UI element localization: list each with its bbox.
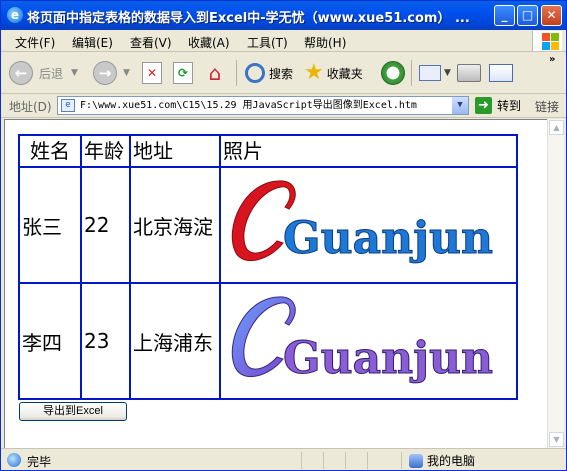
logo-text: Guanjun — [283, 213, 493, 264]
menu-bar: 文件(F) 编辑(E) 查看(V) 收藏(A) 工具(T) 帮助(H) — [1, 30, 566, 52]
browser-window: e 将页面中指定表格的数据导入到Excel中-学无忧（www.xue51.com… — [0, 0, 567, 471]
vertical-scrollbar[interactable]: ▲ ▼ — [547, 119, 564, 448]
maximize-button[interactable]: □ — [517, 5, 538, 26]
window-title: 将页面中指定表格的数据导入到Excel中-学无忧（www.xue51.com） … — [27, 11, 470, 26]
address-label: 地址(D) — [9, 100, 52, 114]
back-arrow-icon: ← — [9, 61, 33, 85]
home-button[interactable]: ⌂ — [203, 58, 227, 88]
status-separator — [401, 452, 402, 469]
stop-button[interactable]: ✕ — [142, 58, 162, 88]
cell-photo: Guanjun — [219, 166, 518, 284]
mail-button[interactable]: ▼ — [419, 58, 451, 88]
menu-edit[interactable]: 编辑(E) — [72, 34, 113, 51]
refresh-button[interactable]: ⟳ — [173, 58, 193, 88]
edit-page-icon — [489, 64, 513, 82]
toolbar-separator — [236, 60, 237, 86]
cell-name: 李四 — [18, 282, 82, 400]
address-url: F:\www.xue51.com\C15\15.29 用JavaScript导出… — [80, 100, 417, 111]
header-address: 地址 — [129, 134, 221, 168]
table-row: 李四 23 上海浦东 Guanjun — [18, 282, 518, 400]
page-done-icon — [7, 453, 21, 467]
close-button[interactable]: ✕ — [541, 5, 562, 26]
computer-icon — [409, 453, 423, 468]
header-name: 姓名 — [18, 134, 82, 168]
status-text: 完毕 — [27, 455, 52, 469]
menu-view[interactable]: 查看(V) — [130, 34, 172, 51]
status-separator — [345, 452, 346, 469]
logo-text: Guanjun — [283, 333, 493, 384]
title-bar[interactable]: e 将页面中指定表格的数据导入到Excel中-学无忧（www.xue51.com… — [1, 1, 566, 30]
address-dropdown-icon[interactable]: ▼ — [452, 97, 468, 114]
status-separator — [301, 452, 302, 469]
history-button[interactable] — [381, 58, 405, 88]
back-label: 后退 — [39, 66, 64, 81]
status-bar: 完毕 我的电脑 — [1, 448, 566, 470]
search-button[interactable]: 搜索 — [245, 58, 293, 88]
cell-name: 张三 — [18, 166, 82, 284]
menu-favorites[interactable]: 收藏(A) — [188, 34, 230, 51]
links-button[interactable]: 链接 — [535, 98, 559, 115]
cell-age: 22 — [80, 166, 131, 284]
scroll-down-icon[interactable]: ▼ — [549, 432, 564, 447]
printer-icon — [457, 64, 481, 82]
back-dropdown-icon: ▼ — [71, 68, 78, 78]
security-zone: 我的电脑 — [409, 452, 475, 469]
address-bar: 地址(D) e F:\www.xue51.com\C15\15.29 用Java… — [1, 94, 566, 118]
print-button[interactable] — [457, 58, 481, 88]
go-label: 转到 — [497, 99, 522, 113]
header-photo: 照片 — [219, 134, 518, 168]
zone-label: 我的电脑 — [427, 454, 476, 468]
photo-image: Guanjun — [223, 289, 509, 393]
minimize-button[interactable]: _ — [494, 5, 515, 26]
page-content: 姓名 年龄 地址 照片 张三 22 北京海淀 Guanjun 李四 23 上海浦… — [4, 119, 547, 448]
page-icon: e — [61, 99, 75, 112]
cell-address: 上海浦东 — [129, 282, 221, 400]
cell-photo: Guanjun — [219, 282, 518, 400]
edit-button[interactable] — [489, 58, 513, 88]
ie-icon: e — [7, 7, 23, 23]
forward-arrow-icon: → — [93, 61, 117, 85]
table-header-row: 姓名 年龄 地址 照片 — [18, 134, 518, 168]
scroll-up-icon[interactable]: ▲ — [549, 120, 564, 135]
status-separator — [367, 452, 368, 469]
toolbar-overflow-icon[interactable]: » — [549, 54, 555, 65]
status-separator — [323, 452, 324, 469]
forward-dropdown-icon: ▼ — [123, 68, 130, 78]
favorites-label: 收藏夹 — [326, 66, 363, 81]
search-label: 搜索 — [269, 66, 294, 81]
data-table: 姓名 年龄 地址 照片 张三 22 北京海淀 Guanjun 李四 23 上海浦… — [18, 134, 518, 400]
photo-image: Guanjun — [223, 173, 509, 277]
toolbar-separator — [411, 60, 412, 86]
go-arrow-icon: ➜ — [475, 97, 492, 114]
star-icon: ★ — [304, 60, 324, 85]
toolbar: ← 后退 ▼ → ▼ ✕ ⟳ ⌂ 搜索 ★ 收藏夹 ▼ » — [1, 52, 566, 94]
cell-age: 23 — [80, 282, 131, 400]
address-input[interactable]: e F:\www.xue51.com\C15\15.29 用JavaScript… — [57, 96, 469, 115]
home-icon: ⌂ — [208, 61, 222, 85]
stop-icon: ✕ — [142, 62, 162, 84]
search-icon — [245, 63, 265, 83]
header-age: 年龄 — [80, 134, 131, 168]
favorites-button[interactable]: ★ 收藏夹 — [304, 58, 363, 88]
export-to-excel-button[interactable]: 导出到Excel — [19, 402, 127, 421]
windows-logo-icon — [532, 31, 562, 51]
back-button[interactable]: ← 后退 ▼ — [9, 58, 78, 88]
history-icon — [381, 61, 405, 85]
mail-icon — [419, 65, 441, 81]
table-row: 张三 22 北京海淀 Guanjun — [18, 166, 518, 284]
cell-address: 北京海淀 — [129, 166, 221, 284]
menu-tools[interactable]: 工具(T) — [247, 34, 288, 51]
forward-button[interactable]: → ▼ — [93, 58, 130, 88]
go-button[interactable]: ➜ 转到 — [475, 97, 521, 114]
refresh-icon: ⟳ — [173, 62, 193, 84]
menu-help[interactable]: 帮助(H) — [304, 34, 346, 51]
mail-dropdown-icon: ▼ — [444, 68, 451, 78]
menu-file[interactable]: 文件(F) — [15, 34, 55, 51]
